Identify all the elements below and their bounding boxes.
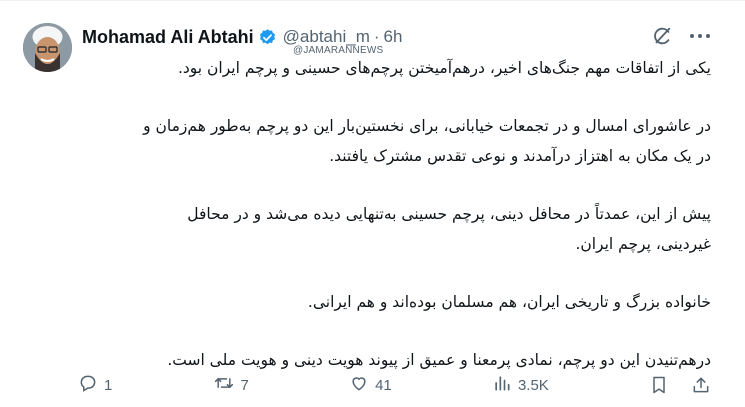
share-icon[interactable] bbox=[691, 375, 711, 395]
tweet-secondary-actions bbox=[649, 375, 711, 395]
tweet-paragraph-5: درهم‌تنیدن این دو پرچم، نمادی پرمعنا و ع… bbox=[167, 351, 711, 369]
reply-count: 1 bbox=[104, 376, 113, 394]
views-count: 3.5K bbox=[517, 376, 549, 394]
more-icon[interactable] bbox=[689, 33, 711, 39]
repost-count: 7 bbox=[240, 376, 249, 394]
like-button[interactable]: 41 bbox=[349, 373, 392, 397]
avatar[interactable] bbox=[23, 23, 72, 72]
views-button[interactable]: 3.5K bbox=[492, 373, 549, 397]
repost-button[interactable]: 7 bbox=[213, 373, 249, 397]
tweet-actions: 1 7 41 3.5K bbox=[78, 373, 711, 397]
like-count: 41 bbox=[375, 376, 392, 394]
tweet-paragraph-3-line-1: پیش از این، عمدتاً در محافل دینی، پرچم ح… bbox=[187, 205, 711, 223]
tweet-header: Mohamad Ali Abtahi @abtahi_m · 6h bbox=[82, 25, 725, 49]
tweet-paragraph-1: یکی از اتفاقات مهم جنگ‌های اخیر، درهم‌آم… bbox=[177, 59, 711, 77]
author-name[interactable]: Mohamad Ali Abtahi bbox=[82, 27, 254, 48]
tweet-text: یکی از اتفاقات مهم جنگ‌های اخیر، درهم‌آم… bbox=[82, 53, 711, 375]
repost-icon bbox=[213, 373, 235, 397]
reply-button[interactable]: 1 bbox=[78, 373, 112, 397]
tweet-paragraph-3-line-2: غیردینی، پرچم ایران. bbox=[575, 235, 711, 253]
tweet-paragraph-4: خانواده بزرگ و تاریخی ایران، هم مسلمان ب… bbox=[307, 293, 711, 311]
separator-dot: · bbox=[373, 27, 380, 46]
top-actions bbox=[651, 25, 711, 47]
tweet-paragraph-2-line-2: در یک مکان به اهتزاز درآمدند و نوعی تقدس… bbox=[329, 147, 711, 165]
reply-icon bbox=[78, 373, 98, 397]
like-icon bbox=[349, 373, 369, 397]
author-handle[interactable]: @abtahi_m bbox=[283, 27, 370, 47]
grok-icon[interactable] bbox=[651, 25, 673, 47]
bookmark-icon[interactable] bbox=[649, 375, 669, 395]
tweet-time[interactable]: 6h bbox=[384, 27, 403, 47]
tweet-paragraph-2-line-1: در عاشورای امسال و در تجمعات خیابانی، بر… bbox=[143, 117, 711, 135]
verified-badge-icon bbox=[258, 28, 277, 47]
tweet-card: Mohamad Ali Abtahi @abtahi_m · 6h @JAMAR… bbox=[0, 0, 745, 407]
views-icon bbox=[492, 373, 512, 397]
